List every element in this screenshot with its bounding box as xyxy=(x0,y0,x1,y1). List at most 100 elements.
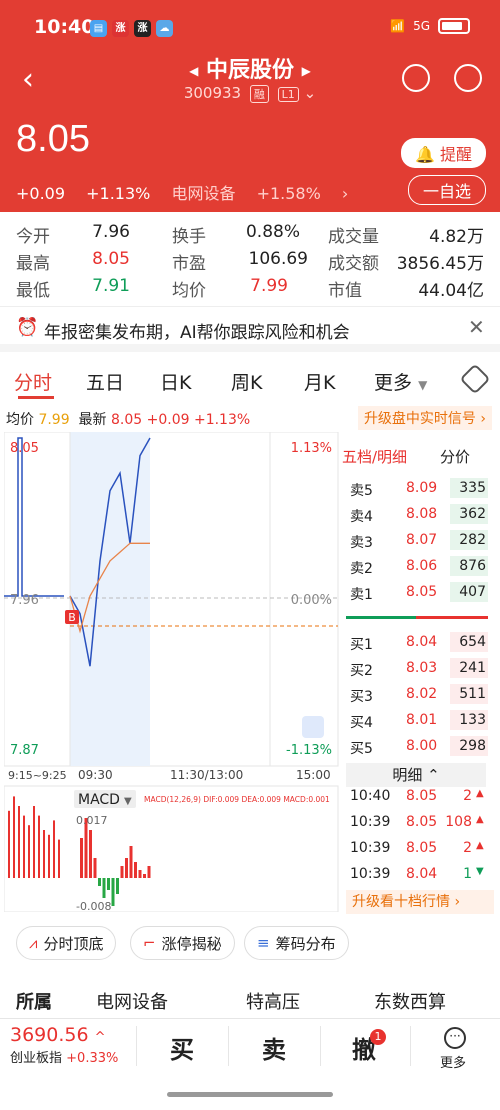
refresh-icon[interactable] xyxy=(402,64,430,92)
search-icon[interactable] xyxy=(454,64,482,92)
macd-bar xyxy=(147,866,151,878)
upgrade-level-button[interactable]: 升级看十档行情 › xyxy=(346,890,494,914)
ask-bar xyxy=(346,616,416,619)
trade-time: 10:40 xyxy=(350,788,391,804)
tab-day-k[interactable]: 日K xyxy=(160,368,191,395)
sector-pct: +1.58% xyxy=(256,184,321,203)
order-volume: 876 xyxy=(450,556,488,576)
caret-down-icon: ▼ xyxy=(418,378,428,392)
tool-limit-up[interactable]: ⌐ 涨停揭秘 xyxy=(130,926,235,960)
order-volume: 335 xyxy=(450,478,488,498)
fullscreen-icon[interactable] xyxy=(302,716,324,738)
change-pct: +1.13% xyxy=(86,184,151,203)
level-tag[interactable]: L1 xyxy=(277,87,299,102)
stat-label: 均价 xyxy=(172,281,206,301)
more-icon[interactable]: ··· xyxy=(444,1027,466,1049)
stat-label: 最低 xyxy=(16,281,50,301)
index-info: 创业板指 +0.33% xyxy=(10,1047,118,1066)
tool-label: 涨停揭秘 xyxy=(161,934,222,953)
macd-bar xyxy=(18,806,20,878)
stock-name: 中辰股份 xyxy=(205,58,294,83)
next-stock-icon[interactable]: ▶ xyxy=(302,64,311,78)
change-value: +0.09 xyxy=(16,184,66,203)
alarm-icon: ⏰ xyxy=(16,317,39,338)
watchlist-button[interactable]: 一自选 xyxy=(407,175,486,205)
battery-icon xyxy=(438,18,470,34)
remind-button[interactable]: 🔔 提醒 xyxy=(400,138,486,168)
buy-button[interactable]: 买 xyxy=(170,1030,194,1065)
tab-five-day[interactable]: 五日 xyxy=(86,368,124,395)
tab-intraday[interactable]: 分时 xyxy=(14,368,52,395)
trade-time: 10:39 xyxy=(350,866,391,882)
order-volume: 298 xyxy=(450,736,488,756)
tab-more[interactable]: 更多 ▼ xyxy=(374,368,427,395)
order-price: 8.03 xyxy=(406,660,438,676)
remind-label: 提醒 xyxy=(439,145,472,164)
sector-item[interactable]: 电网设备 xyxy=(96,988,168,1014)
sector-item[interactable]: 特高压 xyxy=(246,988,300,1014)
macd-bar xyxy=(93,858,97,878)
latest-value: 8.05 xyxy=(110,412,143,428)
index-value[interactable]: 3690.56 ^ xyxy=(10,1024,106,1046)
chevron-down-icon[interactable]: ⌄ xyxy=(304,84,317,102)
intraday-chart[interactable]: 8.05 7.96 7.87 1.13% 0.00% -1.13% B 9:15… xyxy=(4,432,340,912)
order-volume: 133 xyxy=(450,710,488,730)
tool-label: 筹码分布 xyxy=(275,934,336,953)
macd-bar xyxy=(116,878,119,894)
tab-orderbook[interactable]: 五档/明细 xyxy=(342,446,407,467)
macd-bar xyxy=(8,810,10,878)
macd-bar xyxy=(89,830,92,878)
tab-price-dist[interactable]: 分价 xyxy=(440,446,470,467)
stat-value: 106.69 xyxy=(248,249,308,269)
settings-icon[interactable] xyxy=(459,363,491,395)
tab-week-k[interactable]: 周K xyxy=(231,368,262,395)
divider xyxy=(410,1026,411,1066)
macd-bar xyxy=(23,815,25,878)
macd-bar xyxy=(43,830,45,878)
macd-bar xyxy=(129,846,133,878)
down-arrow-icon: ▼ xyxy=(476,866,484,877)
avg-label: 均价 xyxy=(6,412,34,428)
order-label: 卖3 xyxy=(350,535,373,551)
latest-change-pct: +1.13% xyxy=(193,412,251,428)
macd-bar xyxy=(98,878,101,886)
tool-intraday-top-bottom[interactable]: ⩘ 分时顶底 xyxy=(16,926,117,960)
upgrade-signal-button[interactable]: 升级盘中实时信号 › xyxy=(357,406,492,430)
macd-bar xyxy=(80,838,83,878)
stat-value: 7.96 xyxy=(92,222,130,242)
macd-params: MACD(12,26,9) DIF:0.009 DEA:0.009 MACD:0… xyxy=(144,795,330,804)
macd-bottom-label: -0.008 xyxy=(76,900,111,912)
sector-link[interactable]: 电网设备 +1.58% › xyxy=(171,184,348,203)
up-arrow-icon: ▲ xyxy=(476,788,484,799)
margin-tag: 融 xyxy=(249,85,269,103)
macd-bar xyxy=(111,878,115,906)
more-label[interactable]: 更多 xyxy=(440,1052,466,1071)
news-banner[interactable]: ⏰ 年报密集发布期，AI帮你跟踪风险和机会 ✕ xyxy=(0,306,500,352)
app-notify-icon: ▤ xyxy=(90,20,107,37)
stock-header: 10:40 ▤ 涨 涨 ☁ 📶 5G ‹ ◀ 中辰股份 ▶ 300933 融 L… xyxy=(0,0,500,212)
tool-chip-dist[interactable]: ≡ 筹码分布 xyxy=(244,926,349,960)
macd-bar xyxy=(120,866,124,878)
trade-price: 8.04 xyxy=(406,866,438,882)
trade-price: 8.05 xyxy=(406,814,438,830)
prev-stock-icon[interactable]: ◀ xyxy=(189,64,198,78)
sector-item[interactable]: 东数西算 xyxy=(374,988,446,1014)
latest-label: 最新 xyxy=(78,412,107,428)
detail-header[interactable]: 明细 ⌃ xyxy=(346,763,486,787)
macd-bar xyxy=(125,858,128,878)
app-notify-icon: 涨 xyxy=(134,20,151,37)
macd-top-label: 0.017 xyxy=(76,814,108,827)
order-volume: 511 xyxy=(450,684,488,704)
x-label: 15:00 xyxy=(296,768,331,782)
sell-button[interactable]: 卖 xyxy=(262,1030,286,1065)
macd-bar xyxy=(58,839,60,878)
order-price: 8.08 xyxy=(406,506,438,522)
divider xyxy=(320,1026,321,1066)
close-icon[interactable]: ✕ xyxy=(468,315,485,339)
stock-code: 300933 xyxy=(183,84,242,102)
up-arrow-icon: ▲ xyxy=(476,814,484,825)
stat-label: 市盈 xyxy=(172,254,206,274)
order-label: 买3 xyxy=(350,689,373,705)
trade-volume: 2 xyxy=(463,788,472,804)
tab-month-k[interactable]: 月K xyxy=(304,368,335,395)
